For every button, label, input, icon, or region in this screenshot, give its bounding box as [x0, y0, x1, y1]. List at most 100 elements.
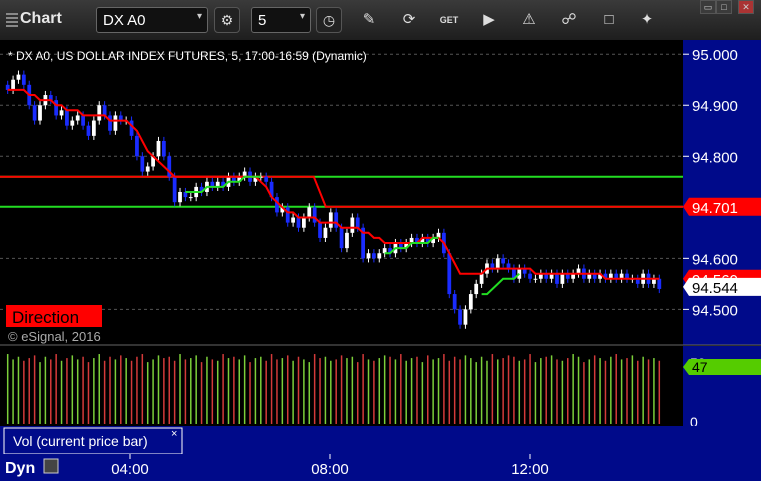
candle-body [528, 273, 532, 279]
candle-body [161, 140, 166, 157]
x-tick-label: 08:00 [311, 461, 349, 478]
candle-body [501, 258, 506, 264]
chart-background [0, 40, 761, 481]
candle-body [135, 135, 139, 157]
candle-body [188, 197, 193, 199]
time-scale-icon[interactable] [43, 458, 59, 474]
candle-body [312, 207, 317, 223]
link-icon[interactable]: ☍ [558, 8, 580, 32]
direction-badge: Direction [6, 305, 102, 327]
chart-area[interactable]: * DX A0, US DOLLAR INDEX FUTURES, 5, 17:… [0, 40, 761, 481]
candle-body [81, 115, 85, 126]
candle-body [178, 192, 182, 203]
candle-body [291, 217, 295, 223]
candle-body [334, 212, 339, 228]
candle-body [366, 253, 371, 259]
toolbar: Chart DX A0 ▾ ⚙ 5 ▾ ◷ ✎ ⟳ GET ▶ ⚠ ☍ □ ✦ … [0, 0, 761, 41]
candle-body [458, 309, 462, 325]
candle-body [296, 217, 301, 228]
candle-body [447, 253, 452, 295]
candle-body [377, 253, 382, 259]
watermark: © eSignal, 2016 [8, 329, 101, 344]
candle-body [355, 217, 360, 228]
candle-body [463, 309, 468, 325]
candle-body [350, 217, 355, 233]
candle-body [140, 156, 145, 172]
maximize-icon[interactable]: □ [716, 0, 732, 14]
dynamic-mode-label[interactable]: Dyn [5, 460, 35, 477]
candle-body [452, 294, 457, 310]
candle-body [339, 227, 344, 249]
candle-body [657, 278, 662, 289]
candle-body [145, 166, 150, 172]
candle-body [318, 222, 322, 238]
candle-body [91, 120, 96, 136]
play-icon[interactable]: ▶ [478, 8, 500, 32]
clock-icon[interactable]: ◷ [316, 7, 342, 33]
price-axis[interactable] [683, 40, 761, 345]
y-tick-label: 94.900 [692, 98, 738, 115]
y-tick-label: 94.600 [692, 251, 738, 268]
app-title: Chart [20, 10, 62, 27]
twitter-icon[interactable]: ✦ [636, 8, 658, 32]
candle-body [97, 105, 102, 121]
candle-body [11, 79, 15, 90]
candle-body [468, 294, 473, 310]
candle-body [372, 253, 376, 259]
candle-body [533, 278, 538, 280]
candle-body [323, 227, 328, 238]
candle-body [102, 105, 107, 116]
interval-select[interactable]: 5 ▾ [251, 7, 311, 33]
candle-body [65, 110, 69, 126]
y-tick-label: 94.800 [692, 149, 738, 166]
close-study-icon[interactable]: × [171, 428, 177, 440]
price-tag-label: 94.544 [692, 280, 738, 297]
pencil-icon[interactable]: ✎ [358, 8, 380, 32]
interval-value: 5 [258, 12, 267, 29]
x-tick-label: 12:00 [511, 461, 549, 478]
candle-body [479, 273, 484, 284]
chevron-down-icon[interactable]: ▾ [197, 11, 202, 22]
y-tick-label: 95.000 [692, 47, 738, 64]
symbol-input[interactable]: DX A0 ▾ [96, 7, 208, 33]
candle-body [307, 207, 312, 218]
candle-body [555, 273, 559, 284]
candle-body [75, 115, 80, 121]
refresh-icon[interactable]: ⟳ [398, 8, 420, 32]
candle-body [172, 176, 177, 203]
y-tick-label: 94.500 [692, 302, 738, 319]
candle-body [328, 212, 333, 228]
settings-gear-icon[interactable]: ⚙ [214, 7, 240, 33]
candle-body [70, 120, 75, 126]
volume-study-label: Vol (current price bar) [13, 433, 148, 449]
candle-body [560, 273, 565, 284]
candle-body [16, 74, 21, 80]
candle-body [301, 217, 306, 228]
candle-body [156, 140, 161, 157]
x-tick-label: 04:00 [111, 461, 149, 478]
candle-body [86, 125, 91, 136]
candle-body [264, 176, 269, 182]
candle-body [59, 110, 64, 116]
volume-axis-bottom [683, 426, 761, 454]
alert-icon[interactable]: ⚠ [518, 8, 540, 32]
chevron-down-icon[interactable]: ▾ [300, 11, 305, 22]
get-icon[interactable]: GET [438, 8, 460, 32]
candle-body [285, 207, 290, 223]
symbol-value: DX A0 [103, 12, 146, 29]
close-icon[interactable]: ✕ [738, 0, 754, 14]
candle-body [54, 100, 59, 116]
candle-body [345, 232, 349, 249]
note-icon[interactable]: □ [598, 8, 620, 32]
candle-body [113, 115, 118, 131]
direction-label: Direction [12, 308, 79, 327]
chart-header: * DX A0, US DOLLAR INDEX FUTURES, 5, 17:… [8, 49, 367, 63]
svg-text:47: 47 [692, 359, 708, 375]
candle-body [108, 115, 112, 131]
restore-icon[interactable]: ▭ [700, 0, 716, 14]
volume-current-tag: 47 [683, 359, 761, 375]
candle-body [474, 283, 479, 295]
candle-body [495, 258, 500, 269]
candle-body [21, 74, 26, 85]
price-tag-label: 94.701 [692, 200, 738, 217]
